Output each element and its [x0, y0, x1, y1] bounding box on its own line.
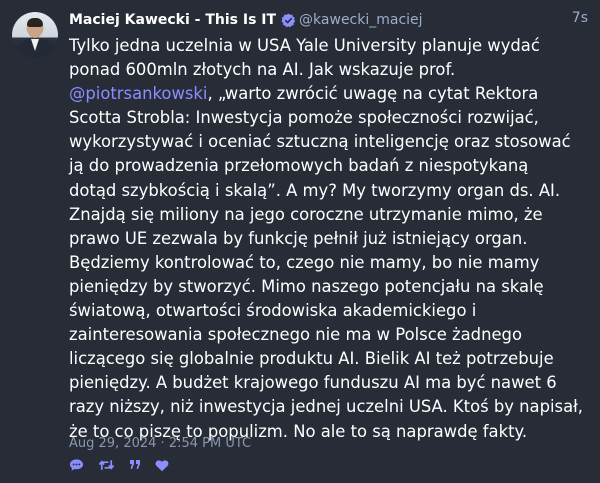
content-text: pieniędzy. A budżet krajowego funduszu A… [69, 373, 557, 393]
status-header: Maciej Kawecki - This Is IT @kawecki_mac… [69, 10, 589, 30]
post-timestamp[interactable]: Aug 29, 2024 · 2:54 PM UTC [69, 436, 251, 451]
mention-link[interactable]: @piotrsankowski [69, 84, 207, 103]
content-text: pieniędzy by stworzyć. Mimo naszego pote… [69, 276, 544, 296]
quote-icon[interactable] [129, 459, 141, 471]
content-line: Będziemy kontrolować to, czego nie mamy,… [69, 251, 589, 275]
content-line: ją do prowadzenia przełomowych badań z n… [69, 154, 589, 178]
content-line: zainteresowania społecznego nie ma w Pol… [69, 323, 589, 347]
avatar[interactable] [12, 12, 58, 58]
content-line: dotąd szybkością i skalą”. A my? My twor… [69, 179, 589, 203]
favourite-icon[interactable] [155, 459, 169, 472]
verified-badge-icon [281, 13, 296, 28]
content-text: Będziemy kontrolować to, czego nie mamy,… [69, 252, 540, 272]
relative-time[interactable]: 7s [572, 10, 588, 26]
content-text: prawo UE zezwala by funkcję pełnił już i… [69, 228, 528, 248]
content-text: , „warto zwrócić uwagę na cytat Rektora [207, 84, 539, 104]
content-line: Tylko jedna uczelnia w USA Yale Universi… [69, 34, 589, 58]
content-text: ponad 600mln złotych na AI. Jak wskazuje… [69, 60, 456, 80]
content-text: ją do prowadzenia przełomowych badań z n… [69, 156, 529, 176]
avatar-hair [27, 18, 43, 27]
content-line: wykorzystywać i oceniać sztuczną intelig… [69, 130, 589, 154]
content-text: zainteresowania społecznego nie ma w Pol… [69, 325, 522, 345]
content-line: razy niższy, niż inwestycja jednej uczel… [69, 395, 589, 419]
content-line: prawo UE zezwala by funkcję pełnił już i… [69, 227, 589, 251]
content-line: ponad 600mln złotych na AI. Jak wskazuje… [69, 58, 589, 82]
content-line: Znajdą się miliony na jego coroczne utrz… [69, 203, 589, 227]
content-line: światową, otwartości środowiska akademic… [69, 299, 589, 323]
content-line: pieniędzy. A budżet krajowego funduszu A… [69, 371, 589, 395]
boost-icon[interactable] [98, 458, 115, 472]
display-name[interactable]: Maciej Kawecki - This Is IT [69, 12, 276, 28]
content-text: razy niższy, niż inwestycja jednej uczel… [69, 397, 584, 417]
content-line: Scotta Strobla: Inwestycja pomoże społec… [69, 106, 589, 130]
status-content: Tylko jedna uczelnia w USA Yale Universi… [69, 34, 589, 444]
content-text: dotąd szybkością i skalą”. A my? My twor… [69, 180, 561, 200]
content-line: liczącego się globalnie produktu AI. Bie… [69, 347, 589, 371]
status-post: Maciej Kawecki - This Is IT @kawecki_mac… [0, 0, 600, 483]
content-line: pieniędzy by stworzyć. Mimo naszego pote… [69, 275, 589, 299]
content-text: wykorzystywać i oceniać sztuczną intelig… [69, 132, 571, 152]
content-text: Tylko jedna uczelnia w USA Yale Universi… [69, 36, 540, 55]
content-line: @piotrsankowski, „warto zwrócić uwagę na… [69, 82, 589, 106]
account-handle[interactable]: @kawecki_maciej [299, 12, 423, 28]
content-text: Znajdą się miliony na jego coroczne utrz… [69, 204, 543, 224]
content-text: światową, otwartości środowiska akademic… [69, 301, 477, 321]
content-text: liczącego się globalnie produktu AI. Bie… [69, 349, 554, 369]
reply-icon[interactable] [69, 458, 84, 472]
status-actions [69, 457, 169, 473]
content-text: Scotta Strobla: Inwestycja pomoże społec… [69, 108, 539, 128]
